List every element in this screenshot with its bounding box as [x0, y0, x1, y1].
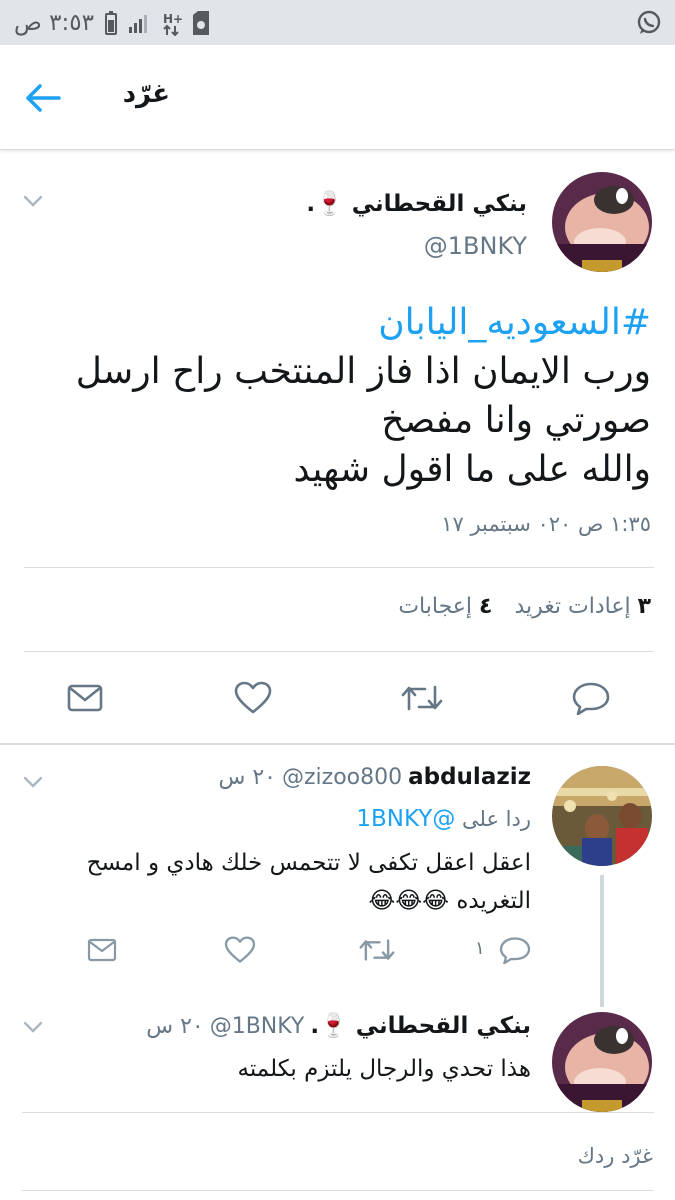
reply-header: ٢٠ س @1BNKY بنكي القحطاني 🍷. [146, 1012, 531, 1039]
divider [24, 567, 654, 568]
divider [24, 651, 654, 652]
page-title: غرّد [122, 79, 170, 109]
heart-icon [224, 936, 256, 963]
back-button[interactable] [22, 77, 64, 119]
status-left-group: ٣:٥٣ ص H+ [14, 8, 210, 38]
reply-dm-button[interactable] [82, 930, 122, 970]
compose-underline [22, 1190, 654, 1191]
reply-options-chevron-icon[interactable] [20, 773, 46, 791]
retweets-count: ٣ [637, 594, 651, 619]
likes-label: إعجابات [398, 594, 473, 619]
reply-avatar[interactable] [552, 1012, 652, 1112]
envelope-icon [87, 938, 117, 962]
reply-display-name[interactable]: بنكي القحطاني 🍷. [310, 1012, 531, 1039]
app-bar: غرّد [0, 45, 675, 150]
reply-text: هذا تحدي والرجال يلتزم بكلمته [237, 1056, 531, 1082]
main-tweet-text: #السعوديه_اليابان ورب الايمان اذا فاز ال… [21, 298, 651, 494]
heart-icon [234, 681, 272, 714]
tweet-text-line: والله على ما اقول شهيد [293, 449, 652, 490]
main-tweet-handle[interactable]: @1BNKY [424, 232, 527, 260]
retweets-label: إعادات تغريد [514, 594, 631, 619]
svg-text:H+: H+ [163, 12, 182, 26]
reply-text: اعقل اعقل تكفى لا تتحمس خلك هادي و امسح … [71, 844, 531, 920]
tweet-text-line: ورب الايمان اذا فاز المنتخب راح ارسل [75, 351, 651, 392]
reply-options-chevron-icon[interactable] [20, 1018, 46, 1036]
reply-button[interactable] [569, 676, 613, 720]
like-button[interactable] [231, 676, 275, 720]
section-divider [0, 743, 675, 745]
tweet-stats: ٣ إعادات تغريد ٤ إعجابات [398, 594, 651, 619]
retweet-button[interactable] [400, 676, 444, 720]
likes-stat[interactable]: ٤ إعجابات [398, 594, 492, 619]
network-type-icon: H+ [162, 10, 182, 36]
reply-like-button[interactable] [220, 930, 260, 970]
thread-line [600, 875, 604, 1007]
reply-avatar[interactable] [552, 766, 652, 866]
whatsapp-icon [636, 10, 662, 36]
speech-bubble-icon [572, 682, 610, 715]
reply-time: ٢٠ س [218, 765, 276, 790]
reply-handle[interactable]: @1BNKY [210, 1014, 305, 1039]
speech-bubble-icon [499, 937, 531, 964]
reply-text-line: اعقل اعقل تكفى لا تتحمس خلك هادي و امسح [86, 850, 531, 876]
reply-handle[interactable]: @zizoo800 [282, 765, 402, 790]
retweet-icon [359, 939, 395, 961]
tweet-timestamp: ١:٣٥ ص ٠٢٠ سبتمبر ١٧ [441, 512, 651, 536]
direct-message-button[interactable] [63, 676, 107, 720]
arrow-left-icon [26, 84, 61, 112]
retweet-icon [401, 685, 443, 711]
replying-to-label: ردا على [462, 807, 531, 831]
reply-retweet-button[interactable] [357, 930, 397, 970]
sim-icon [192, 11, 210, 35]
main-tweet-display-name[interactable]: بنكي القحطاني 🍷. [306, 190, 527, 217]
status-bar: ٣:٥٣ ص H+ [0, 0, 675, 45]
battery-icon [104, 11, 118, 35]
tweet-text-line: صورتي وانا مفصخ [381, 400, 651, 441]
status-time: ٣:٥٣ ص [14, 10, 94, 36]
signal-icon [128, 11, 152, 35]
main-tweet-avatar[interactable] [552, 172, 652, 272]
reply-text-line: التغريده 😂😂😂 [368, 888, 531, 914]
tweet-options-chevron-icon[interactable] [20, 192, 46, 210]
retweets-stat[interactable]: ٣ إعادات تغريد [514, 594, 651, 619]
reply-count: ١ [475, 938, 485, 959]
divider [22, 1112, 654, 1113]
hashtag-link[interactable]: #السعوديه_اليابان [21, 298, 651, 347]
compose-reply-input[interactable]: غرّد ردك [578, 1144, 653, 1168]
reply-reply-button[interactable] [495, 930, 535, 970]
reply-header: ٢٠ س @zizoo800 abdulaziz [218, 764, 531, 790]
reply-time: ٢٠ س [146, 1014, 204, 1039]
replying-to: ردا على @1BNKY [356, 806, 531, 832]
envelope-icon [67, 684, 103, 712]
reply-display-name[interactable]: abdulaziz [408, 764, 531, 790]
likes-count: ٤ [479, 594, 493, 619]
replying-to-handle-link[interactable]: @1BNKY [356, 806, 455, 832]
